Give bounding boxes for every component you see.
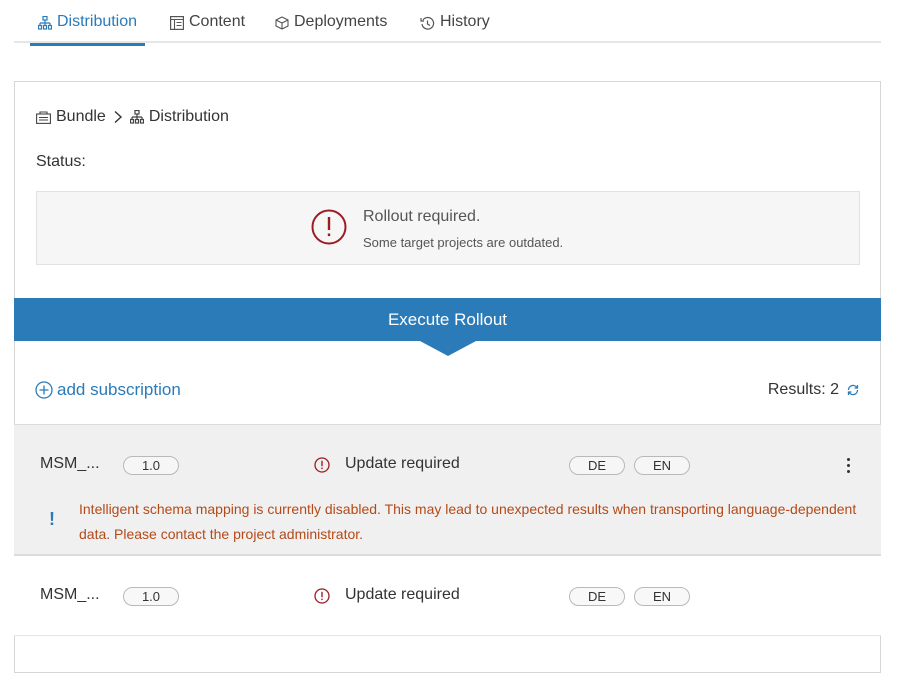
error-circle-icon — [314, 588, 330, 604]
tab-deployments[interactable]: Deployments — [275, 13, 387, 43]
version-badge: 1.0 — [123, 587, 179, 606]
tab-content[interactable]: Content — [170, 13, 245, 43]
language-badge-de: DE — [569, 456, 625, 475]
cube-icon — [275, 16, 289, 30]
tab-label: Deployments — [294, 13, 388, 30]
tab-history[interactable]: History — [420, 13, 490, 43]
chevron-right-icon — [114, 110, 122, 124]
add-subscription-button[interactable]: add subscription — [35, 380, 181, 400]
subscription-row[interactable]: MSM_... 1.0 Update required DE EN — [14, 555, 881, 636]
sitemap-icon — [38, 16, 52, 30]
tab-bar: Distribution Content Deployments History — [14, 0, 881, 46]
layout-icon — [170, 16, 184, 30]
results-label: Results: 2 — [767, 381, 839, 398]
bundle-icon — [36, 110, 51, 124]
project-name: MSM_... — [40, 586, 100, 603]
language-badge-en: EN — [634, 456, 690, 475]
history-icon — [420, 16, 435, 30]
results-count: Results: 2 — [768, 381, 860, 399]
tab-distribution[interactable]: Distribution — [29, 13, 146, 46]
distribution-panel: Bundle Distribution Status: Rollout requ… — [14, 81, 881, 673]
project-name: MSM_... — [40, 455, 100, 472]
refresh-icon[interactable] — [846, 383, 860, 397]
status-subtitle: Some target projects are outdated. — [363, 235, 564, 250]
breadcrumb-distribution: Distribution — [129, 108, 229, 126]
warning-icon: ! — [49, 509, 55, 529]
tab-label: History — [440, 13, 490, 30]
breadcrumb-label: Distribution — [148, 108, 229, 125]
add-subscription-label: add subscription — [57, 380, 181, 399]
status-label: Status: — [36, 153, 86, 170]
execute-rollout-button[interactable]: Execute Rollout — [14, 298, 881, 341]
status-box: Rollout required. Some target projects a… — [36, 191, 860, 265]
subscription-row[interactable]: MSM_... 1.0 Update required DE EN ! Inte… — [14, 424, 881, 555]
breadcrumb: Bundle Distribution — [36, 108, 229, 126]
breadcrumb-bundle[interactable]: Bundle — [36, 108, 106, 126]
language-badge-en: EN — [634, 587, 690, 606]
tab-label: Distribution — [57, 13, 138, 30]
update-status: Update required — [345, 455, 460, 472]
error-circle-icon — [311, 209, 347, 245]
update-status: Update required — [345, 586, 460, 603]
version-badge: 1.0 — [123, 456, 179, 475]
rollout-arrow — [420, 341, 476, 356]
schema-mapping-warning: Intelligent schema mapping is currently … — [79, 501, 857, 542]
sitemap-icon — [129, 110, 144, 124]
language-badge-de: DE — [569, 587, 625, 606]
tab-label: Content — [189, 13, 246, 30]
breadcrumb-label: Bundle — [56, 108, 106, 125]
error-circle-icon — [314, 457, 330, 473]
more-options-icon[interactable] — [840, 454, 856, 476]
add-circle-icon — [35, 381, 53, 399]
status-title: Rollout required. — [363, 208, 481, 225]
